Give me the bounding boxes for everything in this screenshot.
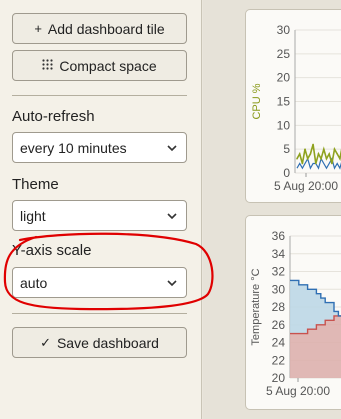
cpu-data-point xyxy=(331,162,333,165)
y-tick-label: 30 xyxy=(272,282,286,296)
compact-space-button[interactable]: Compact space xyxy=(12,50,187,81)
y-tick-label: 28 xyxy=(272,300,286,314)
cpu-data-point xyxy=(325,157,328,160)
save-dashboard-label: Save dashboard xyxy=(56,334,159,351)
sidebar-divider xyxy=(12,95,187,96)
cpu-data-point xyxy=(301,162,304,165)
cpu-data-point xyxy=(323,148,325,150)
sidebar-divider xyxy=(12,313,187,314)
y-tick-label: 5 xyxy=(283,142,290,156)
cpu-data-point xyxy=(339,157,341,160)
temperature-chart: Temperature °C 36 34 32 30 28 26 24 22 205 Aug 20… xyxy=(250,229,341,398)
theme-select[interactable]: light xyxy=(12,200,187,231)
y-tick-label: 0 xyxy=(283,166,290,180)
y-tick-label: 32 xyxy=(272,265,286,279)
cpu-data-point xyxy=(314,162,317,165)
theme-value: light xyxy=(20,207,46,224)
cpu-data-point xyxy=(312,143,314,146)
y-tick-label: 26 xyxy=(272,318,286,332)
compact-space-label: Compact space xyxy=(59,57,157,74)
cpu-data-point xyxy=(298,153,301,155)
add-dashboard-tile-label: Add dashboard tile xyxy=(47,20,165,37)
y-tick-label: 20 xyxy=(277,71,291,85)
check-icon: ✓ xyxy=(40,334,51,350)
y-tick-label: 15 xyxy=(277,95,291,109)
theme-label: Theme xyxy=(12,176,59,193)
auto-refresh-select[interactable]: every 10 minutes xyxy=(12,132,187,163)
plus-icon: + xyxy=(34,21,42,36)
cpu-data-point xyxy=(328,153,330,155)
cpu-data-point xyxy=(306,157,309,160)
grid-dots-icon xyxy=(42,58,53,73)
cpu-data-point xyxy=(309,153,312,155)
settings-sidebar: + Add dashboard tile Compact space Auto-… xyxy=(0,0,202,419)
auto-refresh-value: every 10 minutes xyxy=(20,139,127,156)
y-tick-label: 34 xyxy=(272,247,286,261)
y-tick-label: 30 xyxy=(277,23,291,37)
y-axis-label: CPU % xyxy=(251,83,263,119)
y-tick-label: 10 xyxy=(277,118,291,132)
y-axis-scale-select[interactable]: auto xyxy=(12,267,187,298)
x-tick-label: 5 Aug 20:00 xyxy=(274,179,338,193)
chevron-down-icon xyxy=(167,280,177,287)
cpu-data-point xyxy=(333,148,336,150)
chevron-down-icon xyxy=(167,213,177,220)
y-tick-label: 36 xyxy=(272,229,286,243)
y-axis-scale-value: auto xyxy=(20,274,48,291)
y-axis-scale-label: Y-axis scale xyxy=(12,242,92,259)
chevron-down-icon xyxy=(167,145,177,152)
cpu-data-point xyxy=(320,157,322,160)
y-tick-label: 22 xyxy=(272,353,286,367)
y-axis-label: Temperature °C xyxy=(250,268,262,345)
cpu-data-point xyxy=(336,153,339,155)
cpu-chart-tile[interactable]: CPU % 30 25 20 15 10 5 0 5 Aug 20:00 xyxy=(245,9,341,203)
y-tick-label: 25 xyxy=(277,47,291,61)
auto-refresh-label: Auto-refresh xyxy=(12,108,95,125)
temperature-chart-tile[interactable]: Temperature °C 36 34 32 30 28 26 24 22 20 5 Aug 20… xyxy=(245,215,341,410)
save-dashboard-button[interactable]: ✓ Save dashboard xyxy=(12,327,187,358)
cpu-data-point xyxy=(304,148,306,150)
cpu-data-point xyxy=(296,157,298,160)
add-dashboard-tile-button[interactable]: + Add dashboard tile xyxy=(12,13,187,44)
cpu-data-point xyxy=(317,153,320,155)
y-tick-label: 24 xyxy=(272,336,286,350)
cpu-chart: CPU % 30 25 20 15 10 5 05 Aug 20:00 xyxy=(251,23,341,193)
y-tick-label: 20 xyxy=(272,371,286,385)
x-tick-label: 5 Aug 20:00 xyxy=(266,384,330,398)
